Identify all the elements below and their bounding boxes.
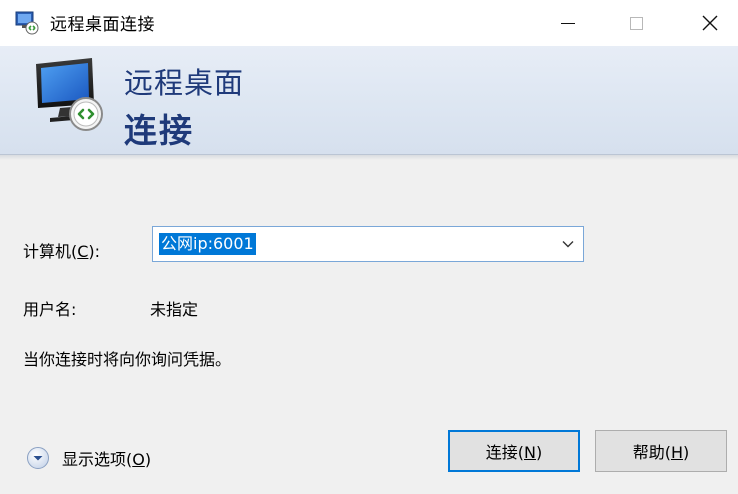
- show-options-label: 显示选项(O): [62, 450, 152, 469]
- monitor-connection-icon: [36, 58, 103, 131]
- title-bar[interactable]: 远程桌面连接: [0, 0, 738, 46]
- banner-title-line2: 连接: [124, 111, 194, 150]
- remote-desktop-window: 远程桌面连接 远程桌面 连接 计算机(C): 公网ip:6001 用户名: 未指…: [0, 0, 738, 494]
- remote-desktop-icon: [15, 11, 39, 35]
- help-button-label: 帮助(H): [632, 443, 690, 462]
- show-options-toggle[interactable]: 显示选项(O): [26, 446, 151, 470]
- close-icon: [702, 15, 718, 31]
- header-banner: [0, 46, 738, 155]
- maximize-button[interactable]: [606, 0, 666, 46]
- maximize-icon: [629, 16, 643, 30]
- window-title: 远程桌面连接: [50, 15, 155, 35]
- banner-title-line1: 远程桌面: [124, 66, 245, 100]
- minimize-button[interactable]: [538, 0, 598, 46]
- connect-button-label: 连接(N): [485, 443, 543, 462]
- close-button[interactable]: [680, 0, 738, 46]
- minimize-icon: [561, 22, 575, 24]
- help-button[interactable]: 帮助(H): [595, 430, 727, 472]
- chevron-down-circle-icon[interactable]: [26, 446, 50, 470]
- connect-button[interactable]: 连接(N): [448, 430, 580, 472]
- chevron-down-icon[interactable]: [561, 237, 575, 251]
- computer-label: 计算机(C):: [23, 242, 101, 261]
- computer-input-value[interactable]: 公网ip:6001: [159, 233, 256, 255]
- computer-combobox[interactable]: 公网ip:6001: [152, 226, 584, 262]
- username-value: 未指定: [150, 300, 199, 319]
- banner-shadow: [0, 154, 738, 160]
- username-label: 用户名:: [23, 300, 77, 319]
- credentials-info-text: 当你连接时将向你询问凭据。: [23, 350, 232, 369]
